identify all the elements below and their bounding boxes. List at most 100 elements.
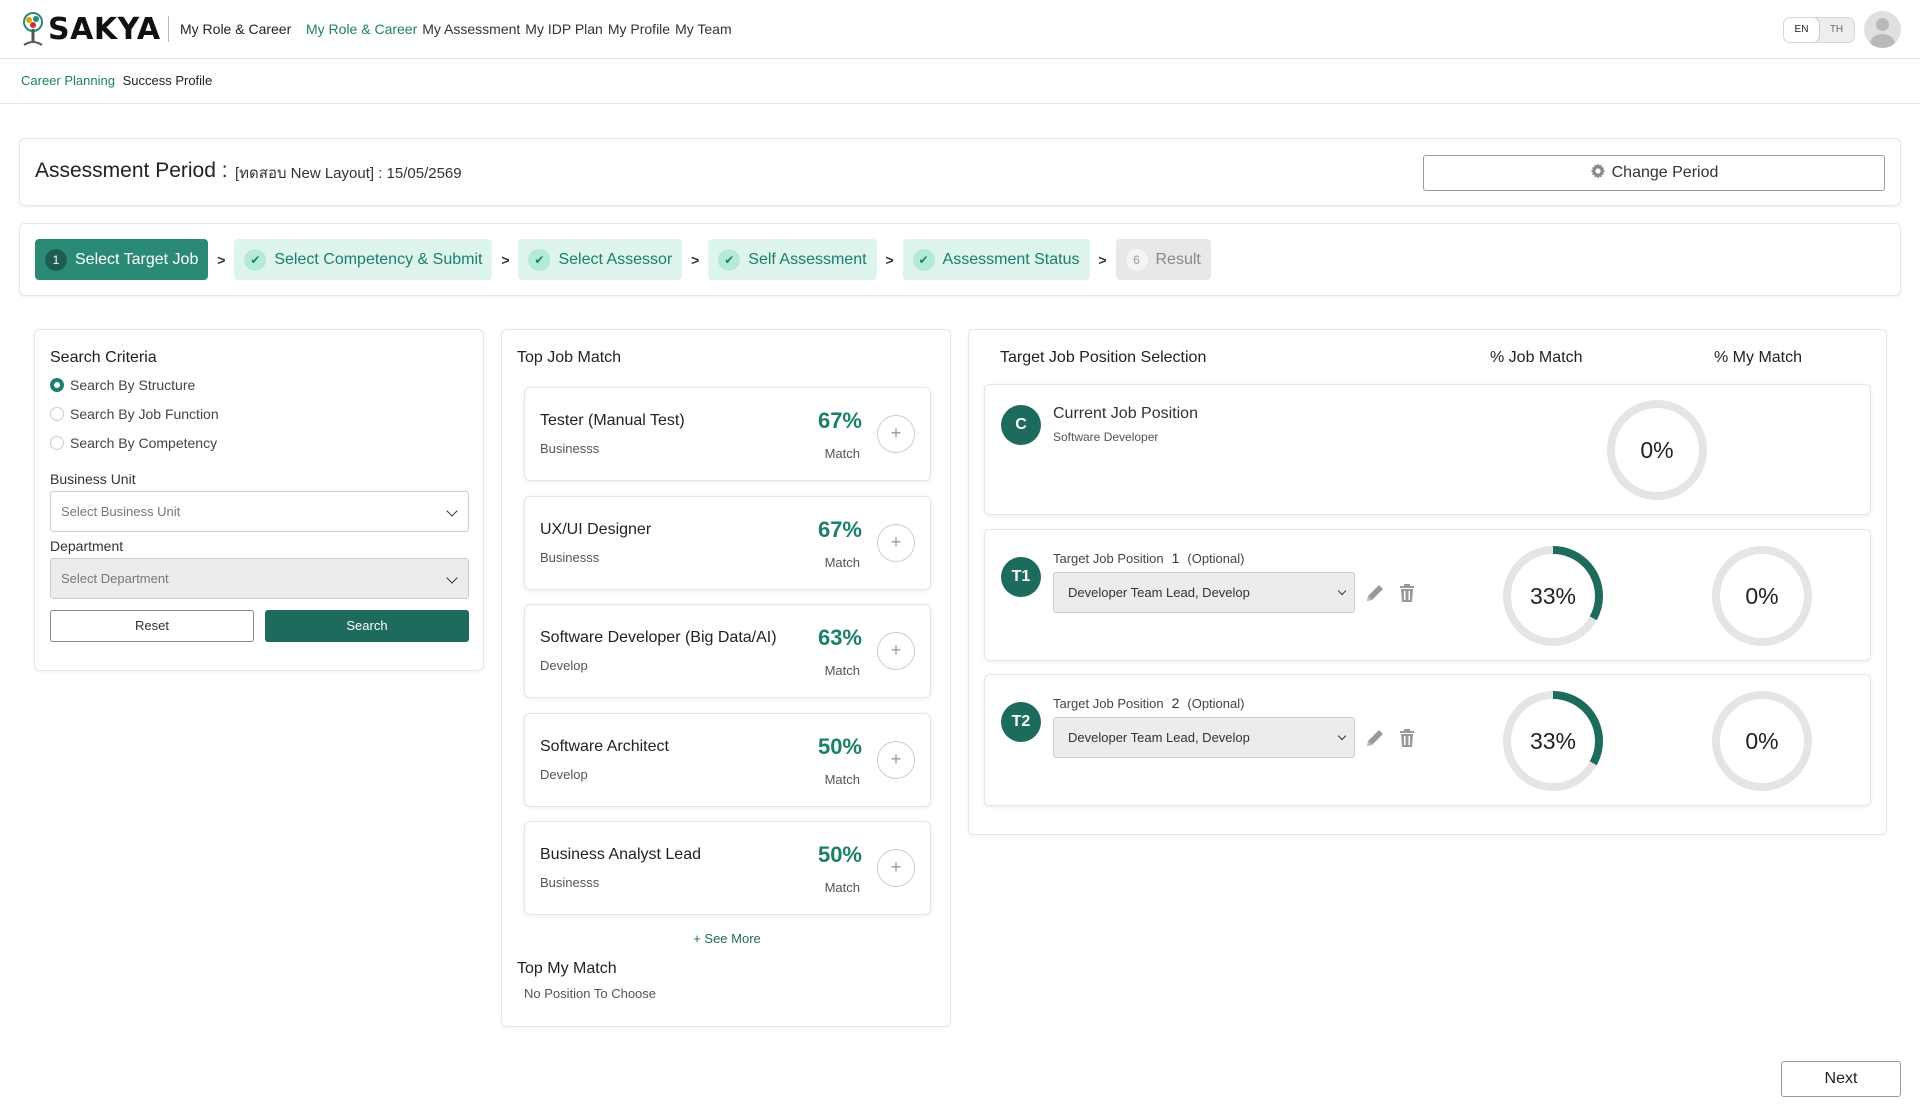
top-job-match-title: Top Job Match [517,349,622,366]
assessment-period-card: Assessment Period : [ทดสอบ New Layout] :… [19,138,1901,206]
nav-my-team[interactable]: My Team [675,21,732,37]
radio-unchecked-icon [50,407,64,421]
optional-label: (Optional) [1187,696,1245,711]
job-match-percent: 67% [817,517,862,542]
chevron-right-icon: > [691,251,700,268]
job-category: Develop [540,767,588,782]
job-category: Develop [540,658,588,673]
reset-button[interactable]: Reset [50,610,254,642]
t1-badge: T1 [1001,557,1041,597]
add-job-button[interactable]: + [877,741,915,779]
nav-my-profile[interactable]: My Profile [608,21,670,37]
top-my-match-title: Top My Match [517,960,617,977]
job-card: Software Architect Develop 50% Match + [524,713,931,807]
current-job-match-value: 0% [1640,437,1674,463]
radio-unchecked-icon [50,436,64,450]
main-nav: My Role & Career My Assessment My IDP Pl… [306,21,732,37]
t1-job-match-donut: 33% [1501,544,1605,648]
step-label: Select Assessor [558,250,673,268]
t1-job-select[interactable]: Developer Team Lead, Develop [1053,572,1355,613]
search-button[interactable]: Search [265,610,469,642]
target-number: 2 [1171,695,1180,711]
business-unit-select[interactable]: Select Business Unit [50,491,469,532]
step-assessment-status[interactable]: ✔ Assessment Status [902,239,1090,280]
optional-label: (Optional) [1187,551,1245,566]
business-unit-placeholder: Select Business Unit [61,504,181,519]
t1-my-match-value: 0% [1745,583,1779,609]
t2-job-select[interactable]: Developer Team Lead, Develop [1053,717,1355,758]
job-card: UX/UI Designer Businesss 67% Match + [524,496,931,590]
step-label: Select Target Job [75,250,199,268]
job-card: Business Analyst Lead Businesss 50% Matc… [524,821,931,915]
trash-icon[interactable] [1396,727,1418,749]
check-icon: ✔ [912,248,935,271]
breadcrumb: Career Planning Success Profile [0,60,1920,104]
current-job-position: C Current Job Position Software Develope… [984,384,1871,515]
business-unit-label: Business Unit [50,471,136,487]
change-period-label: Change Period [1611,164,1719,181]
lang-th-button[interactable]: TH [1819,18,1854,42]
department-select[interactable]: Select Department [50,558,469,599]
chevron-right-icon: > [217,251,226,268]
step-number: 1 [45,248,67,271]
search-criteria-title: Search Criteria [50,349,157,366]
step-number: 6 [1125,248,1148,271]
step-label: Self Assessment [748,250,867,268]
radio-search-by-competency[interactable]: Search By Competency [50,435,217,451]
my-match-column-header: % My Match [1714,349,1803,366]
nav-my-assessment[interactable]: My Assessment [422,21,520,37]
app-name: My Role & Career [180,21,292,37]
chevron-down-icon [1337,586,1347,596]
radio-search-by-job-function[interactable]: Search By Job Function [50,406,219,422]
period-value: [ทดสอบ New Layout] : 15/05/2569 [235,165,462,182]
step-self-assessment[interactable]: ✔ Self Assessment [708,239,877,280]
job-match-percent: 63% [817,625,862,650]
user-avatar-icon[interactable] [1864,11,1901,48]
top-navbar: SAKYA My Role & Career My Role & Career … [0,0,1920,59]
current-job-subtitle: Software Developer [1053,430,1159,444]
subnav-career-planning[interactable]: Career Planning [21,73,115,88]
chevron-down-icon [1337,731,1347,741]
job-match-column-header: % Job Match [1490,349,1583,366]
add-job-button[interactable]: + [877,524,915,562]
nav-my-role-career[interactable]: My Role & Career [306,21,417,37]
radio-label: Search By Competency [70,435,218,451]
step-result[interactable]: 6 Result [1115,239,1211,280]
target-job-position-2: T2 Target Job Position 2 (Optional) Develo… [984,674,1871,806]
chevron-right-icon: > [1098,251,1107,268]
job-name: Business Analyst Lead [540,846,701,863]
brand-logo[interactable]: SAKYA [20,10,161,48]
add-job-button[interactable]: + [877,849,915,887]
subnav-success-profile[interactable]: Success Profile [123,73,213,88]
target-job-card: Target Job Position Selection % Job Matc… [968,329,1887,835]
step-select-target-job[interactable]: 1 Select Target Job [35,239,209,280]
lang-en-button[interactable]: EN [1784,18,1819,42]
chevron-down-icon [446,505,458,517]
step-select-competency[interactable]: ✔ Select Competency & Submit [234,239,493,280]
match-label: Match [824,772,860,787]
t2-label: Target Job Position 2 (Optional) [1053,695,1244,711]
language-toggle: EN TH [1783,17,1855,43]
match-label: Match [824,446,860,461]
nav-my-idp-plan[interactable]: My IDP Plan [525,21,603,37]
step-select-assessor[interactable]: ✔ Select Assessor [518,239,683,280]
current-badge: C [1001,405,1041,445]
check-icon: ✔ [528,248,551,271]
target-job-position-1: T1 Target Job Position 1 (Optional) Develo… [984,529,1871,661]
pencil-icon[interactable] [1364,727,1386,749]
period-title: Assessment Period : [35,159,228,182]
radio-search-by-structure[interactable]: Search By Structure [50,377,195,393]
trash-icon[interactable] [1396,582,1418,604]
next-button[interactable]: Next [1781,1061,1901,1097]
add-job-button[interactable]: + [877,632,915,670]
change-period-button[interactable]: Change Period [1423,155,1885,191]
pencil-icon[interactable] [1364,582,1386,604]
see-more-link[interactable]: + See More [502,931,952,946]
job-name: Software Developer (Big Data/AI) [540,629,777,646]
add-job-button[interactable]: + [877,415,915,453]
tree-logo-icon [20,11,46,47]
job-name: Software Architect [540,738,669,755]
stepper: 1 Select Target Job > ✔ Select Competenc… [19,223,1901,296]
t2-job-match-value: 33% [1529,728,1577,754]
search-criteria-card: Search Criteria Search By Structure Sear… [34,329,484,671]
